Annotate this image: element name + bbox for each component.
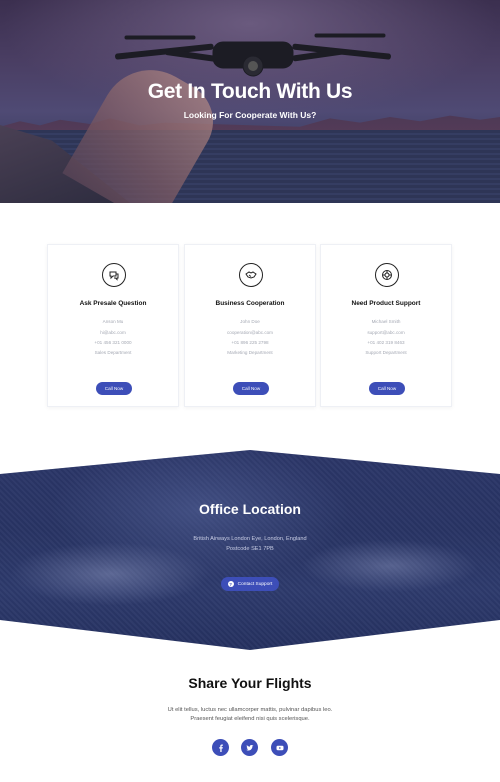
contact-cards: Ask Presale Question Anson Mu hi@abc.com… [47, 244, 452, 407]
contact-department: Marketing Department [227, 350, 273, 355]
contact-support-button[interactable]: ? Contact Support [221, 577, 279, 591]
contact-phone: +01 402 319 8463 [367, 340, 405, 345]
social-links [212, 739, 288, 756]
twitter-icon[interactable] [241, 739, 258, 756]
contact-phone: +01 456 321 0000 [94, 340, 132, 345]
hero-subtitle: Looking For Cooperate With Us? [183, 110, 317, 120]
share-title: Share Your Flights [188, 675, 312, 691]
share-text-line2: Praesent feugiat eleifend nisi quis scel… [190, 716, 310, 722]
contact-name: Michael Smith [371, 319, 401, 324]
contact-department: Sales Department [94, 350, 132, 355]
card-presale: Ask Presale Question Anson Mu hi@abc.com… [47, 244, 179, 407]
office-address-line1: British Airways London Eye, London, Engl… [193, 536, 307, 542]
card-title: Business Cooperation [215, 300, 285, 307]
card-support: Need Product Support Michael Smith suppo… [320, 244, 452, 407]
contact-name: John Doe [240, 319, 260, 324]
lifebuoy-icon [375, 263, 399, 287]
handshake-icon [239, 263, 263, 287]
hero-title: Get In Touch With Us [147, 80, 353, 103]
contact-phone: +01 896 225 2798 [231, 340, 269, 345]
contact-name: Anson Mu [102, 319, 124, 324]
office-address-line2: Postcode SE1 7PB [226, 546, 274, 552]
share-text-line1: Ut elit tellus, luctus nec ullamcorper m… [167, 707, 333, 713]
hero-section: Get In Touch With Us Looking For Coopera… [0, 0, 500, 203]
youtube-icon[interactable] [271, 739, 288, 756]
contact-email[interactable]: cooperation@abc.com [185, 330, 315, 335]
card-title: Need Product Support [351, 300, 421, 307]
chat-bubbles-icon [102, 263, 126, 287]
contact-department: Support Department [365, 350, 407, 355]
contact-email[interactable]: support@abc.com [321, 330, 451, 335]
card-business: Business Cooperation John Doe cooperatio… [184, 244, 316, 407]
call-now-button[interactable]: Call Now [369, 382, 405, 395]
facebook-icon[interactable] [212, 739, 229, 756]
contact-email[interactable]: hi@abc.com [48, 330, 178, 335]
call-now-button[interactable]: Call Now [233, 382, 269, 395]
question-circle-icon: ? [227, 581, 234, 587]
office-title: Office Location [199, 501, 301, 517]
contact-support-label: Contact Support [237, 581, 273, 587]
card-title: Ask Presale Question [79, 300, 147, 307]
call-now-button[interactable]: Call Now [96, 382, 132, 395]
